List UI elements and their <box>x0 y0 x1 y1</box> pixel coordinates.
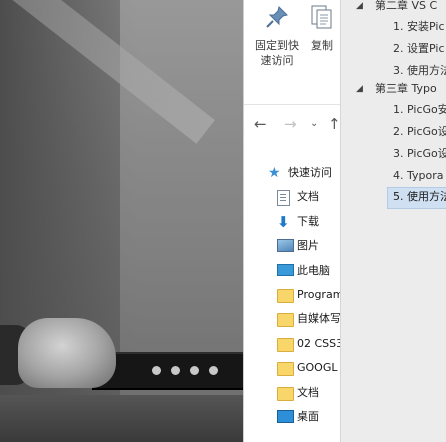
hilt-rivet <box>152 366 161 375</box>
expand-triangle-icon[interactable]: ◢ <box>356 0 363 17</box>
pictures-icon <box>277 239 294 253</box>
outline-subheading-text: 1. PicGo安 <box>393 103 446 116</box>
hilt-rivet <box>190 366 199 375</box>
nav-item-css3-folder[interactable]: 02 CSS3 <box>244 332 341 356</box>
nav-item-google-folder[interactable]: GOOGL <box>244 356 341 380</box>
nav-item-quick-access[interactable]: ★ 快速访问 <box>244 161 341 185</box>
outline-subheading-text: 5. 使用方法 <box>393 190 446 203</box>
nav-item-media-folder[interactable]: 自媒体写 <box>244 307 341 331</box>
nav-item-docs-folder[interactable]: 文档 <box>244 381 341 405</box>
nav-item-program-folder[interactable]: Program <box>244 283 341 307</box>
nav-item-documents[interactable]: 文档 <box>244 185 341 209</box>
document-icon <box>277 190 290 207</box>
outline-subheading-text: 3. PicGo设 <box>393 147 446 160</box>
nav-item-downloads[interactable]: ⬇ 下载 <box>244 210 341 234</box>
nav-item-label: 自媒体写 <box>297 312 341 326</box>
nav-item-desktop[interactable]: 桌面 <box>244 405 341 429</box>
download-icon: ⬇ <box>277 212 290 231</box>
hilt-rivet <box>209 366 218 375</box>
pin-label-line1: 固定到快 <box>255 39 299 52</box>
navigation-bar: ← → ⌄ ↑ <box>244 112 341 136</box>
nav-item-this-pc[interactable]: 此电脑 <box>244 259 341 283</box>
nav-item-label: 下载 <box>297 214 319 228</box>
folder-icon <box>277 313 294 328</box>
photo-floor <box>0 395 243 442</box>
copy-icon <box>311 5 332 29</box>
pin-to-quick-access-button[interactable]: 固定到快 速访问 <box>248 4 306 68</box>
nav-item-label: 文档 <box>297 385 319 399</box>
nav-item-label: 快速访问 <box>288 166 332 179</box>
nav-item-label: 图片 <box>297 239 319 253</box>
folder-icon <box>277 386 294 401</box>
back-button[interactable]: ← <box>254 112 267 136</box>
pin-label-line2: 速访问 <box>260 54 294 67</box>
computer-icon <box>277 263 294 276</box>
nav-item-label: 02 CSS3 <box>297 336 341 350</box>
ribbon-toolbar: 固定到快 速访问 复制 <box>244 0 341 105</box>
outline-panel: ◢ 第二章 VS C 1. 安装Pic 2. 设置Pic 3. 使用方法 ◢ 第… <box>340 0 446 442</box>
file-explorer-window: 固定到快 速访问 复制 ← → ⌄ ↑ ★ 快速访问 文档 ⬇ 下载 图片 此电… <box>243 0 341 442</box>
nav-item-label: 文档 <box>297 190 319 204</box>
expand-triangle-icon[interactable]: ◢ <box>356 78 363 100</box>
folder-icon <box>277 362 294 377</box>
recent-locations-button[interactable]: ⌄ <box>310 112 318 136</box>
background-photo <box>0 0 243 442</box>
forward-button[interactable]: → <box>284 112 297 136</box>
outline-subheading-text: 2. PicGo设 <box>393 125 446 138</box>
navigation-pane: ★ 快速访问 文档 ⬇ 下载 图片 此电脑 Program 自媒体写 02 CS… <box>244 161 341 429</box>
outline-subheading-text: 4. Typora <box>393 169 444 182</box>
copy-button[interactable]: 复制 <box>306 4 338 53</box>
up-button[interactable]: ↑ <box>328 112 341 136</box>
nav-item-label: Program <box>297 287 341 301</box>
gripping-hand <box>18 318 116 388</box>
outline-heading-text: 第三章 Typo <box>375 82 437 95</box>
nav-item-pictures[interactable]: 图片 <box>244 234 341 258</box>
nav-item-label: 此电脑 <box>297 263 330 277</box>
pin-icon <box>266 6 288 28</box>
hilt-rivet <box>171 366 180 375</box>
outline-heading-text: 第二章 VS C <box>375 0 438 12</box>
outline-subheading-text: 2. 设置Pic <box>393 42 445 55</box>
outline-subheading-text: 1. 安装Pic <box>393 20 445 33</box>
copy-label: 复制 <box>311 39 333 52</box>
star-icon: ★ <box>268 165 281 181</box>
folder-icon <box>277 288 294 303</box>
nav-item-label: GOOGL <box>297 361 338 375</box>
nav-item-label: 桌面 <box>297 409 319 423</box>
desktop-icon <box>277 409 294 423</box>
folder-icon <box>277 337 294 352</box>
